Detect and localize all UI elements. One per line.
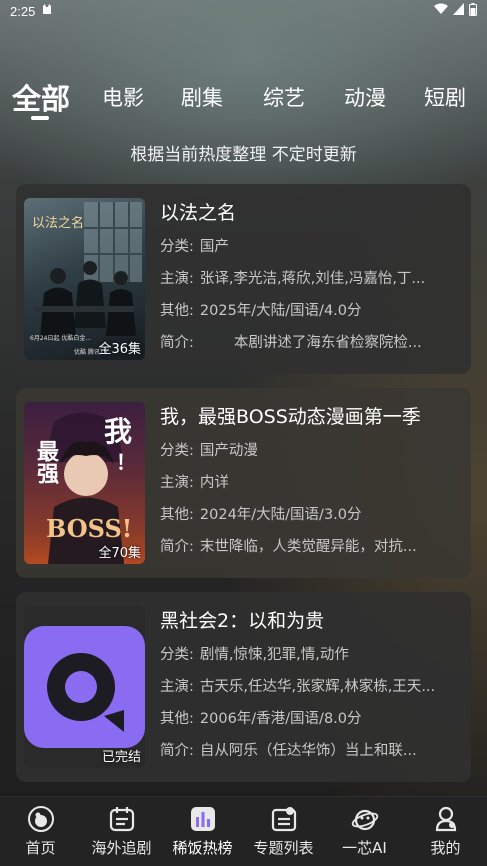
tab-short-drama[interactable]: 短剧 [424,82,466,112]
episode-badge: 全36集 [98,342,141,357]
ai-planet-icon [351,809,378,831]
poster-image: 以法之名 6月24日起 优酷白金... 优酷 腾讯TV 全36集 [24,198,145,360]
nav-home[interactable]: 首页 [0,805,81,858]
tab-all[interactable]: 全部 [12,76,70,118]
nav-ai[interactable]: 一芯AI [324,805,405,858]
nav-overseas-shows[interactable]: 海外追剧 [81,805,162,858]
tab-series[interactable]: 剧集 [181,82,223,112]
nav-label: 首页 [25,839,56,857]
status-bar: 2:25 [0,0,487,22]
card-info: 我，最强BOSS动态漫画第一季 分类: 国产动漫 主演: 内详 其他: 2024年/大… [160,402,460,558]
cast-row: 主演: 张译,李光洁,蒋欣,刘佳,冯嘉怡,丁... [160,271,426,287]
chart-icon [190,807,215,831]
other-row: 其他: 2025年/大陆/国语/4.0分 [160,303,362,319]
cast-row: 主演: 古天乐,任达华,张家辉,林家栋,王天... [160,679,436,695]
nav-label: 稀饭热榜 [172,839,233,857]
tab-anime[interactable]: 动漫 [344,82,386,112]
poster-image: 我 ！ 最强 BOSS! 全70集 [24,402,145,564]
tab-variety[interactable]: 综艺 [263,82,305,112]
wifi-icon [434,3,448,19]
poster-placeholder: 已完结 [24,606,145,768]
nav-label: 一芯AI [342,839,387,857]
genre-row: 分类: 国产动漫 [160,443,258,459]
nav-hot-ranking[interactable]: 稀饭热榜 [162,805,243,858]
status-time: 2:25 [10,3,36,19]
cast-row: 主演: 内详 [160,475,229,491]
poster-caption: 6月24日起 优酷白金... [30,335,92,342]
poster-text: 最强 [33,440,59,484]
notification-icon [41,3,53,19]
nav-profile[interactable]: 我的 [405,805,486,858]
nav-topic-list[interactable]: 专题列表 [243,805,324,858]
active-tab-indicator [31,116,49,120]
card-title: 我，最强BOSS动态漫画第一季 [160,406,421,428]
nav-label: 专题列表 [253,839,314,857]
intro-row: 简介: 本剧讲述了海东省检察院检... [160,335,422,351]
episode-badge: 全70集 [98,546,141,561]
profile-icon [435,806,456,832]
poster-text: ！ [116,450,136,474]
category-tabs: 全部 电影 剧集 综艺 动漫 短剧 [0,76,487,126]
ranking-card[interactable]: 已完结 黑社会2：以和为贵 分类: 剧情,惊悚,犯罪,情,动作 主演: 古天乐,任达… [16,592,471,782]
card-info: 以法之名 分类: 国产 主演: 张译,李光洁,蒋欣,刘佳,冯嘉怡,丁... 其他: 2… [160,198,460,354]
tab-movies[interactable]: 电影 [102,82,144,112]
genre-row: 分类: 国产 [160,239,229,255]
card-title: 以法之名 [160,202,237,224]
other-row: 其他: 2024年/大陆/国语/3.0分 [160,507,362,523]
other-row: 其他: 2006年/香港/国语/8.0分 [160,711,362,727]
list-icon [271,807,296,832]
genre-row: 分类: 剧情,惊悚,犯罪,情,动作 [160,647,349,663]
status-badge: 已完结 [101,750,141,765]
calendar-icon [109,807,134,832]
signal-icon [453,3,464,19]
ranking-card[interactable]: 我 ！ 最强 BOSS! 全70集 我，最强BOSS动态漫画第一季 分类: 国产动… [16,388,471,578]
video-camera-icon [24,626,145,748]
bottom-nav: 首页 海外追剧 稀饭热榜 专题列表 一芯AI 我的 [0,796,487,866]
card-title: 黑社会2：以和为贵 [160,610,325,632]
intro-row: 简介: 末世降临，人类觉醒异能，对抗... [160,539,417,555]
nav-label: 海外追剧 [91,839,152,857]
card-info: 黑社会2：以和为贵 分类: 剧情,惊悚,犯罪,情,动作 主演: 古天乐,任达华,张家… [160,606,460,762]
page-subtitle: 根据当前热度整理 不定时更新 [130,145,357,165]
poster-text: BOSS! [46,514,133,543]
intro-row: 简介: 自从阿乐（任达华饰）当上和联... [160,743,417,759]
poster-title-art: 以法之名 [32,216,85,231]
nav-label: 我的 [430,839,461,857]
battery-icon [469,2,477,20]
poster-text: 我 [104,415,133,448]
ranking-card[interactable]: 以法之名 6月24日起 优酷白金... 优酷 腾讯TV 全36集 以法之名 分类… [16,184,471,374]
home-icon [27,806,54,832]
